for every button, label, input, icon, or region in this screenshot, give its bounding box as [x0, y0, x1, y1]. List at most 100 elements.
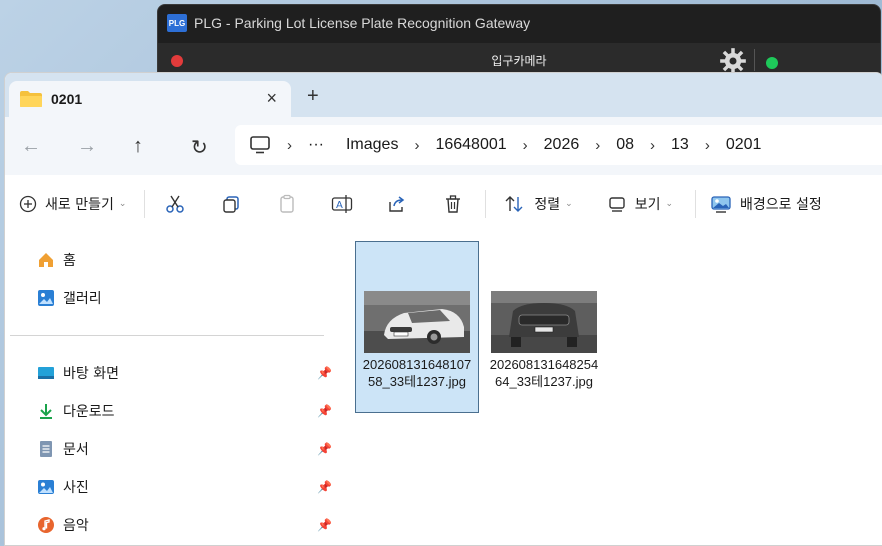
sidebar-item-home[interactable]: 홈: [37, 250, 76, 270]
plg-status-indicator-green: [766, 57, 778, 69]
chevron-right-icon[interactable]: ›: [650, 137, 655, 154]
sidebar-item-label: 다운로드: [63, 404, 115, 420]
document-icon: [40, 441, 52, 457]
pin-icon[interactable]: 📌: [317, 442, 332, 456]
view-icon: [609, 197, 625, 212]
pictures-icon: [38, 480, 54, 494]
breadcrumb-08[interactable]: 08: [616, 136, 634, 154]
sidebar-item-label: 바탕 화면: [63, 366, 119, 382]
sidebar-item-label: 음악: [63, 518, 89, 534]
share-icon: [389, 196, 405, 212]
copy-button[interactable]: [221, 194, 241, 214]
gear-icon[interactable]: [719, 47, 747, 75]
home-icon: [39, 253, 53, 267]
sidebar-item-gallery[interactable]: 갤러리: [37, 288, 102, 308]
plg-titlebar[interactable]: PLG PLG - Parking Lot License Plate Reco…: [158, 5, 880, 41]
sidebar-item-desktop[interactable]: 바탕 화면: [37, 363, 119, 383]
breadcrumb-16648001[interactable]: 16648001: [435, 136, 506, 154]
new-tab-button[interactable]: +: [307, 85, 319, 108]
download-icon: [40, 404, 52, 419]
sidebar-item-pictures[interactable]: 사진: [37, 477, 89, 497]
music-icon: [38, 517, 54, 533]
folder-icon: [20, 91, 42, 107]
forward-arrow-icon[interactable]: →: [77, 135, 97, 158]
sort-button-label: 정렬: [534, 197, 561, 213]
view-button-label: 보기: [634, 197, 661, 213]
wallpaper-icon: [711, 196, 731, 213]
set-background-label: 배경으로 설정: [740, 197, 822, 213]
back-arrow-icon[interactable]: ←: [21, 135, 41, 158]
image-thumbnail[interactable]: [364, 291, 470, 353]
scissors-icon: [166, 195, 185, 213]
navigation-pane: 홈 갤러리 바탕 화면 📌 다운로드 📌 문서 📌 사진 📌 음악 📌: [5, 233, 339, 545]
pin-icon[interactable]: 📌: [317, 366, 332, 380]
file-name: 20260813164825464_33테1237.jpg: [489, 357, 599, 389]
sidebar-item-music[interactable]: 음악: [37, 515, 89, 535]
computer-icon[interactable]: [249, 136, 271, 154]
chevron-right-icon[interactable]: ›: [595, 137, 600, 154]
rename-button[interactable]: A: [331, 194, 353, 214]
chevron-down-icon: ⌄: [118, 199, 127, 209]
svg-text:A: A: [336, 200, 343, 211]
paste-button: [277, 194, 297, 214]
breadcrumb-13[interactable]: 13: [671, 136, 689, 154]
chevron-right-icon[interactable]: ›: [287, 137, 292, 154]
plg-app-window[interactable]: PLG PLG - Parking Lot License Plate Reco…: [157, 4, 881, 78]
trash-icon: [446, 195, 461, 213]
file-list[interactable]: 20260813164810758_33테1237.jpg 2026081316…: [339, 233, 882, 545]
file-item[interactable]: 20260813164825464_33테1237.jpg: [482, 241, 606, 413]
plg-toolbar-divider: [754, 49, 755, 71]
chevron-right-icon[interactable]: ›: [414, 137, 419, 154]
chevron-right-icon[interactable]: ›: [523, 137, 528, 154]
set-background-button[interactable]: 배경으로 설정: [710, 194, 822, 214]
breadcrumb-2026[interactable]: 2026: [544, 136, 580, 154]
sidebar-item-label: 사진: [63, 480, 89, 496]
delete-button[interactable]: [443, 194, 463, 214]
file-item[interactable]: 20260813164810758_33테1237.jpg: [355, 241, 479, 413]
desktop-icon: [38, 367, 54, 379]
sidebar-item-label: 문서: [63, 442, 89, 458]
rename-icon: A: [332, 195, 353, 213]
sidebar-item-label: 홈: [63, 253, 76, 269]
close-icon[interactable]: ×: [266, 88, 277, 109]
pin-icon[interactable]: 📌: [317, 480, 332, 494]
clipboard-icon: [280, 194, 295, 213]
view-button[interactable]: 보기 ⌄: [607, 194, 673, 214]
address-bar[interactable]: › ··· Images › 16648001 › 2026 › 08 › 13…: [235, 125, 882, 165]
chevron-down-icon: ⌄: [565, 199, 573, 209]
sort-button[interactable]: 정렬 ⌄: [504, 194, 573, 214]
share-button[interactable]: [387, 194, 407, 214]
copy-icon: [223, 196, 240, 213]
command-divider: [695, 190, 697, 218]
tab-0201[interactable]: 0201 ×: [9, 81, 291, 117]
plg-window-title: PLG - Parking Lot License Plate Recognit…: [194, 15, 531, 31]
file-explorer-window[interactable]: 0201 × + ← → ↑ ↻ › ··· Images › 16648001…: [4, 72, 882, 546]
sidebar-divider: [10, 335, 324, 336]
pin-icon[interactable]: 📌: [317, 518, 332, 532]
new-button[interactable]: 새로 만들기 ⌄: [19, 194, 126, 214]
tab-title: 0201: [51, 91, 83, 107]
chevron-right-icon[interactable]: ›: [705, 137, 710, 154]
file-name: 20260813164810758_33테1237.jpg: [362, 357, 472, 389]
navigation-bar: ← → ↑ ↻ › ··· Images › 16648001 › 2026 ›…: [5, 117, 882, 175]
sort-icon: [505, 196, 523, 212]
command-divider: [144, 190, 146, 218]
sidebar-item-downloads[interactable]: 다운로드: [37, 401, 115, 421]
gallery-icon: [38, 290, 54, 306]
command-divider: [485, 190, 487, 218]
cut-button[interactable]: [165, 194, 185, 214]
command-bar: 새로 만들기 ⌄ A 정렬 ⌄ 보기 ⌄ 배경으로 설정: [5, 175, 882, 234]
breadcrumb-images[interactable]: Images: [346, 136, 398, 154]
new-button-label: 새로 만들기: [45, 197, 114, 213]
tab-bar: 0201 × +: [5, 73, 882, 117]
breadcrumb-more[interactable]: ···: [308, 136, 324, 154]
sidebar-item-documents[interactable]: 문서: [37, 439, 89, 459]
plus-circle-icon: [19, 195, 37, 213]
up-arrow-icon[interactable]: ↑: [133, 135, 143, 158]
chevron-down-icon: ⌄: [665, 199, 674, 209]
image-thumbnail[interactable]: [491, 291, 597, 353]
plg-logo: PLG: [167, 14, 187, 32]
breadcrumb-0201[interactable]: 0201: [726, 136, 762, 154]
refresh-icon[interactable]: ↻: [191, 135, 208, 160]
pin-icon[interactable]: 📌: [317, 404, 332, 418]
